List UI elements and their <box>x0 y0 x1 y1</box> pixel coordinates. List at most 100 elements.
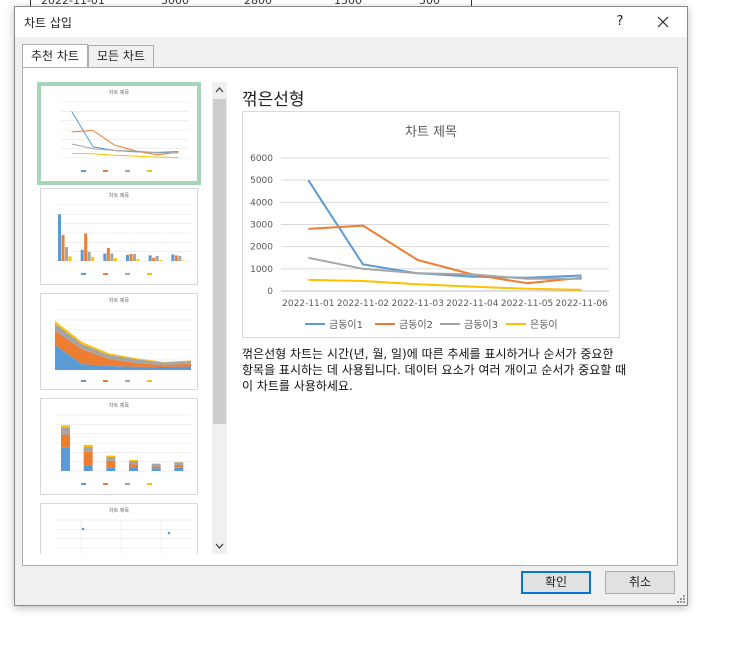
thumb-bar <box>152 257 156 261</box>
dialog-titlebar[interactable]: 차트 삽입 ? <box>15 7 687 37</box>
thumb-scatter-point <box>167 531 171 535</box>
chevron-down-icon <box>215 543 224 549</box>
thumb-legend-swatch <box>81 273 86 275</box>
thumb-legend-swatch <box>81 380 86 382</box>
thumb-stack-segment <box>174 467 184 471</box>
thumb-legend-swatch <box>125 170 130 172</box>
scroll-up-button[interactable] <box>212 82 227 98</box>
cancel-button[interactable]: 취소 <box>605 571 675 594</box>
x-tick-label: 2022-11-03 <box>392 299 444 309</box>
resize-grip-icon[interactable] <box>676 594 686 604</box>
chart-thumbnail-list: 차트 제목 차트 제목 차트 제목 차트 제목 차트 제목 <box>36 82 210 554</box>
thumb-stack-segment <box>106 455 116 457</box>
thumb-bar <box>87 251 91 261</box>
thumb-bar <box>133 254 136 261</box>
thumb-legend-swatch <box>147 380 152 382</box>
description-line: 꺾은선형 차트는 시간(년, 월, 일)에 따른 추세를 표시하거나 순서가 중… <box>242 347 614 361</box>
thumbnail-stacked-column-chart[interactable]: 차트 제목 <box>40 398 198 495</box>
thumb-bar <box>80 249 84 261</box>
series-line <box>307 179 582 279</box>
thumb-legend-swatch <box>147 273 152 275</box>
thumb-bar <box>84 233 88 261</box>
thumb-legend-swatch <box>81 483 86 485</box>
dialog-title: 차트 삽입 <box>24 16 72 30</box>
line-chart: 차트 제목 0 1000 2000 3000 4000 5000 6000 2022-11-01… <box>250 125 609 331</box>
thumb-stack-segment <box>61 425 70 428</box>
thumb-scatter-point <box>81 527 85 531</box>
thumb-stack-segment <box>129 467 138 471</box>
thumb-stack-segment <box>151 468 161 471</box>
y-tick-label: 3000 <box>250 221 273 231</box>
thumb-bar <box>174 255 178 261</box>
thumbnail-stacked-area-chart[interactable]: 차트 제목 <box>40 293 198 390</box>
thumbnail-scatter-graphic <box>55 519 191 554</box>
thumb-legend-swatch <box>125 483 130 485</box>
y-tick-label: 0 <box>267 287 273 297</box>
thumb-legend-swatch <box>125 380 130 382</box>
thumb-bar <box>103 253 107 261</box>
thumb-legend-swatch <box>147 170 152 172</box>
thumb-bar <box>91 256 95 261</box>
thumb-bar <box>171 254 175 261</box>
thumb-bar <box>155 255 159 261</box>
thumb-stack-segment <box>174 462 184 465</box>
tab-all-charts[interactable]: 모든 차트 <box>88 45 154 67</box>
thumb-bar <box>110 253 114 261</box>
chart-description: 꺾은선형 차트는 시간(년, 월, 일)에 따른 추세를 표시하거나 순서가 중… <box>242 346 652 394</box>
thumb-stack-segment <box>129 460 138 465</box>
thumb-stack-segment <box>61 434 70 448</box>
tab-recommended-charts[interactable]: 추천 차트 <box>22 44 88 67</box>
thumb-bar <box>126 254 129 261</box>
thumbnail-line-chart[interactable]: 차트 제목 <box>37 82 201 185</box>
thumb-bar <box>65 247 68 261</box>
thumb-bar <box>61 234 65 261</box>
x-tick-label: 2022-11-04 <box>446 299 499 309</box>
thumb-stack-segment <box>83 451 93 466</box>
thumb-bar <box>178 255 182 261</box>
thumb-stack-segment <box>129 460 138 461</box>
thumbnail-scatter-chart[interactable]: 차트 제목 <box>40 503 198 554</box>
chart-title: 차트 제목 <box>405 125 457 140</box>
thumbnail-stacked-graphic <box>55 414 191 485</box>
ok-button[interactable]: 확인 <box>521 571 591 594</box>
legend-label: 은동이 <box>530 319 558 331</box>
thumb-bar <box>113 258 117 261</box>
legend-label: 금동이2 <box>399 319 433 331</box>
help-button[interactable]: ? <box>608 11 632 33</box>
thumb-stack-segment <box>83 465 93 471</box>
chevron-up-icon <box>215 87 224 93</box>
x-tick-label: 2022-11-02 <box>337 299 389 309</box>
y-tick-label: 4000 <box>250 198 273 208</box>
scrollbar-thumb[interactable] <box>213 99 226 424</box>
thumb-legend-swatch <box>103 273 108 275</box>
thumb-stack-segment <box>61 427 70 435</box>
thumb-legend-swatch <box>103 170 108 172</box>
thumbnail-area-graphic <box>55 309 191 382</box>
thumb-stack-segment <box>106 467 116 471</box>
thumbnail-column-graphic <box>55 204 191 275</box>
thumbnail-scrollbar[interactable] <box>212 82 227 554</box>
legend-label: 금동이1 <box>329 319 363 331</box>
thumb-bar <box>129 254 133 261</box>
thumb-stack-segment <box>174 464 184 468</box>
tab-panel: 차트 제목 차트 제목 차트 제목 차트 제목 차트 제목 꺾은선형 차트 제목… <box>22 67 678 566</box>
thumb-legend-swatch <box>147 483 152 485</box>
thumb-stack-segment <box>83 446 93 452</box>
x-tick-label: 2022-11-06 <box>556 299 609 309</box>
thumb-stack-segment <box>129 464 138 468</box>
close-button[interactable] <box>651 11 675 33</box>
chart-type-name: 꺾은선형 <box>242 90 305 110</box>
thumb-legend-swatch <box>81 170 86 172</box>
thumb-bar <box>148 255 152 261</box>
thumb-legend-swatch <box>103 483 108 485</box>
chart-preview: 차트 제목 0 1000 2000 3000 4000 5000 6000 2022-11-01… <box>242 111 620 338</box>
thumb-bar <box>136 259 140 261</box>
y-tick-label: 5000 <box>250 176 273 186</box>
thumb-stack-segment <box>83 444 93 447</box>
thumb-stack-segment <box>151 464 161 467</box>
thumbnail-clustered-column-chart[interactable]: 차트 제목 <box>40 188 198 285</box>
y-tick-label: 1000 <box>250 265 273 275</box>
y-tick-label: 2000 <box>250 243 273 253</box>
scroll-down-button[interactable] <box>212 538 227 554</box>
thumb-stack-segment <box>151 466 161 469</box>
